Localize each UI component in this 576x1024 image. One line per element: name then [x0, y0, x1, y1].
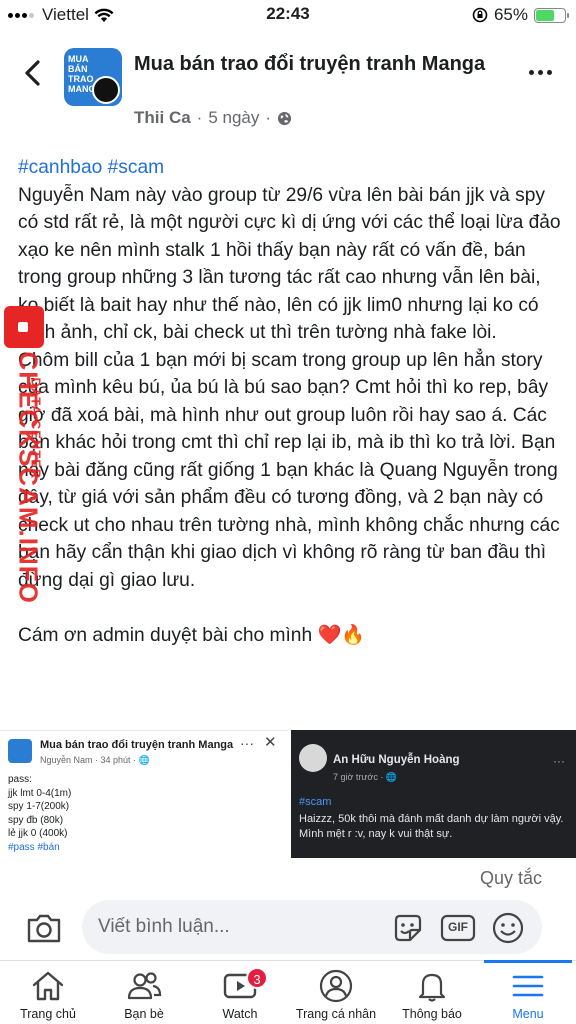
- dark-post-text: Haizzz, 50k thôi mà đánh mất danh dự làm…: [299, 813, 564, 840]
- nav-home[interactable]: Trang chủ: [0, 961, 96, 1024]
- nav-notifications[interactable]: Thông báo: [384, 961, 480, 1024]
- nav-profile[interactable]: Trang cá nhân: [288, 961, 384, 1024]
- profile-icon: [319, 969, 353, 1003]
- gif-button[interactable]: GIF: [440, 914, 476, 942]
- watermark-logo: [4, 306, 44, 348]
- bottom-nav: Trang chủ Bạn bè 3 Watch Trang cá nhân T…: [0, 960, 576, 1024]
- camera-icon[interactable]: [24, 908, 64, 948]
- mini-line: spy 1-7(200k): [8, 801, 70, 812]
- nav-profile-label: Trang cá nhân: [295, 1007, 377, 1021]
- post-paragraph: Nguyễn Nam này vào group từ 29/6 vừa lên…: [18, 184, 561, 344]
- mini-group-avatar: [8, 739, 32, 763]
- nav-friends-label: Bạn bè: [124, 1007, 164, 1021]
- group-avatar[interactable]: MUA BÁN TRAO MANGA: [64, 48, 122, 106]
- mini-post-meta: Nguyễn Nam · 34 phút · 🌐: [40, 755, 150, 765]
- rules-link[interactable]: Quy tắc: [480, 868, 542, 889]
- home-icon: [32, 971, 64, 1001]
- battery-icon: [534, 7, 569, 23]
- post-hashtags[interactable]: #canhbao #scam: [18, 154, 562, 182]
- friends-icon: [127, 972, 162, 1000]
- orientation-lock-icon: [472, 7, 488, 23]
- group-avatar-face: [92, 76, 120, 104]
- menu-icon: [512, 975, 544, 997]
- nav-notifications-label: Thông báo: [402, 1007, 462, 1021]
- comment-input-container: GIF: [82, 900, 542, 954]
- comment-bar: GIF: [0, 898, 576, 958]
- meta-separator: ·: [265, 108, 272, 127]
- more-options-button[interactable]: [529, 70, 552, 75]
- mini-line: pass:: [8, 774, 32, 785]
- mini-line: spy đb (80k): [8, 814, 64, 826]
- dark-avatar: [299, 744, 327, 772]
- nav-menu[interactable]: Menu: [480, 960, 576, 1024]
- sticker-icon[interactable]: [390, 910, 426, 946]
- mini-more-icon: ···: [240, 735, 254, 751]
- post-image-left[interactable]: Mua bán trao đổi truyện tranh Manga Nguy…: [0, 730, 288, 858]
- mini-close-icon: ✕: [264, 734, 277, 751]
- dark-post-meta: 7 giờ trước · 🌐: [333, 772, 398, 782]
- battery-percent: 65%: [493, 5, 528, 24]
- emoji-icon[interactable]: [490, 910, 526, 946]
- back-arrow-icon[interactable]: [20, 58, 46, 88]
- bell-icon: [418, 973, 446, 1002]
- nav-watch-label: Watch: [222, 1007, 258, 1021]
- gif-label: GIF: [448, 920, 468, 934]
- author-name[interactable]: Thii Ca: [134, 108, 191, 128]
- watch-badge: 3: [246, 967, 268, 989]
- mini-post-text: pass: jjk lmt 0-4(1m) spy 1-7(200k) spy …: [8, 773, 71, 854]
- dark-hashtag: #scam: [299, 796, 332, 808]
- post-header: MUA BÁN TRAO MANGA Mua bán trao đổi truy…: [0, 40, 576, 136]
- post-meta: Thii Ca · 5 ngày ·: [134, 108, 292, 128]
- nav-watch[interactable]: 3 Watch: [192, 961, 288, 1024]
- globe-icon: [278, 111, 292, 125]
- comment-input[interactable]: [98, 913, 388, 941]
- dark-more-icon: ···: [553, 754, 565, 768]
- mini-group-title: Mua bán trao đổi truyện tranh Manga: [40, 739, 234, 751]
- battery-area: 65%: [472, 5, 569, 25]
- post-image-right[interactable]: An Hữu Nguyễn Hoàng 7 giờ trước · 🌐 ··· …: [291, 730, 576, 858]
- post-time[interactable]: 5 ngày: [208, 108, 259, 128]
- meta-separator: ·: [196, 108, 203, 127]
- post-paragraph: Chôm bill của 1 bạn mới bị scam trong gr…: [18, 349, 560, 591]
- mini-line: lẻ jjk 0 (400k): [8, 828, 68, 839]
- group-title[interactable]: Mua bán trao đổi truyện tranh Manga: [134, 50, 494, 78]
- mini-hashtags: #pass #bán: [8, 841, 60, 853]
- mini-line: jjk lmt 0-4(1m): [8, 787, 72, 799]
- watermark: CHECKSCAM.INFO DATA CENTER: [12, 352, 44, 604]
- dark-author-name: An Hữu Nguyễn Hoàng: [333, 754, 460, 766]
- status-bar: Viettel 22:43 65%: [0, 0, 576, 30]
- nav-menu-label: Menu: [512, 1007, 544, 1021]
- nav-friends[interactable]: Bạn bè: [96, 961, 192, 1024]
- nav-home-label: Trang chủ: [20, 1007, 76, 1021]
- post-closing: Cám ơn admin duyệt bài cho mình ❤️🔥: [18, 624, 366, 646]
- post-content: #canhbao #scam Nguyễn Nam này vào group …: [18, 154, 562, 649]
- watermark-subtext: DATA CENTER: [28, 377, 44, 480]
